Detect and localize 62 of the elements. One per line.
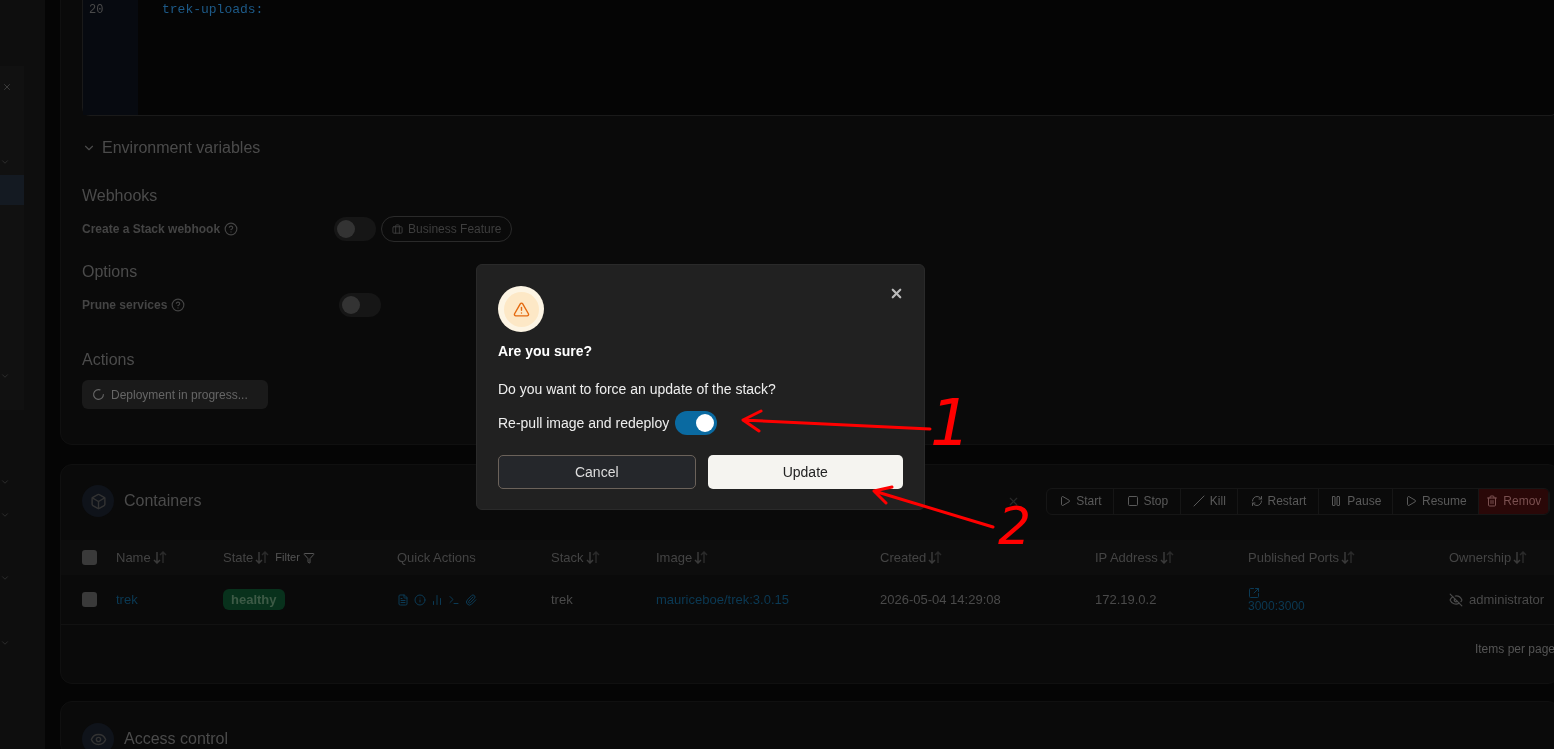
items-per-page-label: Items per page — [1474, 641, 1554, 658]
checkbox[interactable] — [82, 550, 97, 565]
sort-icon[interactable] — [1159, 551, 1174, 564]
port-link[interactable]: 3000:3000 — [1248, 598, 1305, 613]
image-link[interactable]: mauriceboe/trek:3.0.15 — [656, 589, 789, 610]
sort-icon[interactable] — [152, 551, 167, 564]
remove-icon — [1486, 495, 1499, 507]
card-title: Access control — [124, 729, 229, 749]
pause-icon — [1330, 495, 1343, 507]
toolbar-button[interactable]: Kill — [1181, 488, 1239, 514]
close-button[interactable] — [889, 286, 904, 301]
table-cell-text: 2026-05-04 14:29:08 — [880, 590, 1001, 609]
update-button[interactable]: Update — [707, 455, 903, 489]
annotation-number: 1 — [930, 398, 971, 450]
spinner-icon — [92, 388, 105, 401]
warning-icon — [498, 286, 544, 332]
field-label: Prune services — [82, 297, 168, 314]
checkbox[interactable] — [82, 592, 97, 607]
filter-button[interactable]: Filter — [275, 549, 315, 566]
restart-icon — [1250, 495, 1263, 507]
dialog-title: Are you sure? — [498, 342, 594, 361]
help-icon[interactable] — [171, 298, 186, 312]
dialog-message: Do you want to force an update of the stack? — [498, 380, 777, 399]
table-cell-text: administrator — [1469, 590, 1545, 609]
sort-icon[interactable] — [1513, 551, 1528, 564]
stop-icon — [1126, 495, 1139, 507]
line-number: 20 — [89, 3, 105, 17]
toggle-switch[interactable] — [675, 411, 718, 435]
table-cell-text: 172.19.0.2 — [1095, 590, 1157, 609]
annotation-number: 2 — [998, 506, 1032, 548]
section-title: Actions — [82, 350, 135, 370]
sort-icon[interactable] — [255, 551, 270, 564]
code-line: trek-uploads: — [162, 3, 264, 17]
sort-icon[interactable] — [928, 551, 943, 564]
toolbar-button[interactable]: Remov — [1479, 488, 1550, 514]
help-icon[interactable] — [224, 222, 239, 236]
table-cell-text: trek — [551, 590, 573, 609]
section-title: Options — [82, 262, 138, 282]
sort-icon[interactable] — [585, 551, 600, 564]
section-title: Webhooks — [82, 186, 158, 206]
sort-icon[interactable] — [1341, 551, 1356, 564]
attach-icon[interactable] — [465, 593, 477, 606]
code-editor[interactable]: 20 trek-uploads: — [82, 0, 1554, 116]
eye-off-icon — [1449, 592, 1463, 607]
toolbar-button[interactable]: Start — [1047, 488, 1115, 514]
box-icon — [82, 485, 114, 517]
filter-icon — [302, 551, 315, 564]
toggle-label: Re-pull image and redeploy — [498, 413, 670, 433]
field-label: Create a Stack webhook — [82, 221, 221, 238]
info-icon[interactable] — [414, 593, 426, 606]
toggle-switch[interactable] — [339, 293, 382, 317]
card-title: Containers — [124, 491, 202, 511]
close-icon[interactable] — [2, 82, 12, 92]
toggle-switch[interactable] — [334, 217, 377, 241]
toolbar-button[interactable]: Stop — [1114, 488, 1182, 514]
toolbar-button[interactable]: Restart — [1238, 488, 1320, 514]
container-name-link[interactable]: trek — [116, 589, 138, 610]
environment-variables-toggle[interactable]: Environment variables — [82, 136, 261, 160]
sort-icon[interactable] — [694, 551, 709, 564]
cancel-button[interactable]: Cancel — [498, 455, 696, 489]
toolbar-button[interactable]: Pause — [1319, 488, 1394, 514]
external-link-icon[interactable] — [1248, 586, 1260, 599]
